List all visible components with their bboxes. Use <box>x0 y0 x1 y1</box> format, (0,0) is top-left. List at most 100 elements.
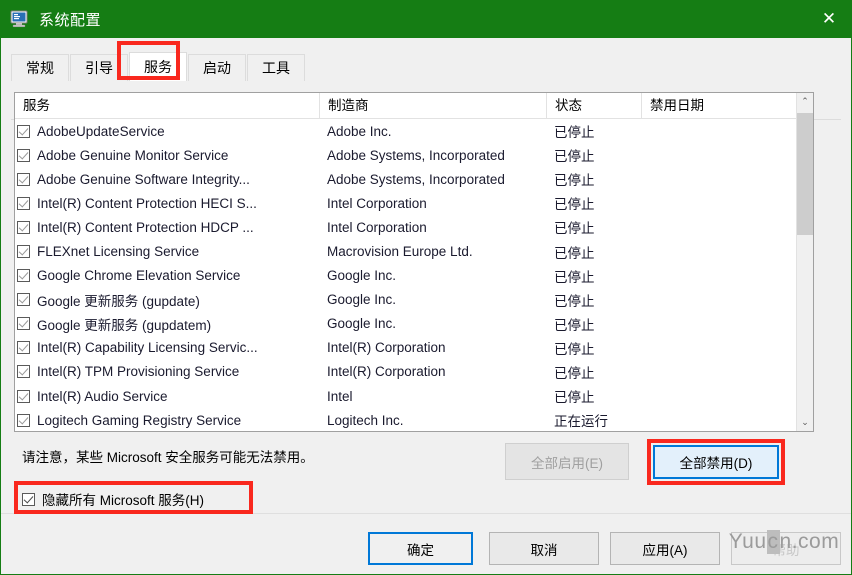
vendor-cell: Google Inc. <box>327 316 397 332</box>
hide-microsoft-services-checkbox[interactable]: 隐藏所有 Microsoft 服务(H) <box>22 489 204 509</box>
status-cell: 已停止 <box>554 197 595 213</box>
enable-all-button[interactable]: 全部启用(E) <box>505 443 629 480</box>
vendor-cell: Adobe Systems, Incorporated <box>327 171 505 187</box>
status-cell: 已停止 <box>554 390 595 406</box>
service-name-cell: Google Chrome Elevation Service <box>15 268 319 283</box>
vendor-cell: Google Inc. <box>327 292 397 308</box>
tab-tools[interactable]: 工具 <box>247 54 305 81</box>
checkbox-icon[interactable] <box>17 389 30 403</box>
tab-services[interactable]: 服务 <box>129 52 187 81</box>
table-row[interactable]: Google 更新服务 (gupdatem) Google Inc. 已停止 <box>15 312 813 336</box>
table-row[interactable]: AdobeUpdateService Adobe Inc. 已停止 <box>15 119 813 143</box>
table-row[interactable]: Intel(R) Audio Service Intel 已停止 <box>15 384 813 408</box>
table-row[interactable]: Logitech Gaming Registry Service Logitech… <box>15 408 813 430</box>
footer-separator <box>0 513 852 514</box>
status-cell: 已停止 <box>554 173 595 189</box>
system-config-icon <box>10 10 30 28</box>
checkbox-icon[interactable] <box>17 172 30 186</box>
system-configuration-window: 系统配置 ✕ 常规 引导 服务 启动 工具 服务 制造商 状态 禁用日期 Ado… <box>0 0 852 575</box>
scrollbar-thumb[interactable] <box>797 113 813 235</box>
table-row[interactable]: Intel(R) Content Protection HECI S... Int… <box>15 191 813 215</box>
table-row[interactable]: FLEXnet Licensing Service Macrovision Eur… <box>15 239 813 263</box>
watermark: Yuu c n.com <box>722 527 846 557</box>
table-row[interactable]: Intel(R) Content Protection HDCP ... Inte… <box>15 215 813 239</box>
hide-microsoft-services-label: 隐藏所有 Microsoft 服务(H) <box>42 493 204 508</box>
vendor-cell: Intel Corporation <box>327 219 427 235</box>
table-row[interactable]: Adobe Genuine Monitor Service Adobe Syste… <box>15 143 813 167</box>
scrollbar-track[interactable] <box>797 110 813 414</box>
status-cell: 已停止 <box>554 245 595 261</box>
services-list-header: 服务 制造商 状态 禁用日期 <box>15 93 813 119</box>
cancel-button[interactable]: 取消 <box>489 532 599 565</box>
checkbox-icon[interactable] <box>22 492 35 506</box>
checkbox-icon[interactable] <box>17 148 30 162</box>
vendor-cell: Adobe Inc. <box>327 123 392 139</box>
checkbox-icon[interactable] <box>17 293 30 307</box>
service-name-label: Adobe Genuine Monitor Service <box>37 147 229 163</box>
service-name-cell: Google 更新服务 (gupdatem) <box>15 314 319 334</box>
checkbox-icon[interactable] <box>17 365 30 379</box>
service-name-label: AdobeUpdateService <box>37 123 165 139</box>
table-row[interactable]: Google Chrome Elevation Service Google In… <box>15 264 813 288</box>
service-name-label: Intel(R) Content Protection HECI S... <box>37 195 257 211</box>
tab-boot[interactable]: 引导 <box>70 54 128 81</box>
checkbox-icon[interactable] <box>17 269 30 283</box>
services-list-scrollbar[interactable]: ⌃ ⌄ <box>796 93 813 431</box>
checkbox-icon[interactable] <box>17 245 30 259</box>
ok-button[interactable]: 确定 <box>368 532 473 565</box>
table-row[interactable]: Intel(R) Capability Licensing Servic... I… <box>15 336 813 360</box>
checkbox-icon[interactable] <box>17 341 30 355</box>
watermark-highlight: c <box>766 530 780 554</box>
service-name-label: Intel(R) Capability Licensing Servic... <box>37 340 258 356</box>
status-cell: 正在运行 <box>554 414 608 430</box>
checkbox-icon[interactable] <box>17 124 30 138</box>
table-row[interactable]: Adobe Genuine Software Integrity... Adobe… <box>15 167 813 191</box>
vendor-cell: Intel Corporation <box>327 195 427 211</box>
status-cell: 已停止 <box>554 293 595 309</box>
service-name-cell: FLEXnet Licensing Service <box>15 244 319 259</box>
checkbox-icon[interactable] <box>17 220 30 234</box>
status-cell: 已停止 <box>554 341 595 357</box>
service-name-label: Intel(R) Audio Service <box>37 388 168 404</box>
service-name-cell: Intel(R) Content Protection HDCP ... <box>15 220 319 235</box>
column-header-disabled-date[interactable]: 禁用日期 <box>641 93 798 119</box>
watermark-suffix: n.com <box>779 530 840 553</box>
close-icon: ✕ <box>821 8 837 29</box>
column-header-service[interactable]: 服务 <box>15 93 319 119</box>
column-header-vendor[interactable]: 制造商 <box>319 93 546 119</box>
column-header-status[interactable]: 状态 <box>546 93 641 119</box>
tab-list: 常规 引导 服务 启动 工具 <box>11 48 306 81</box>
services-list-body: AdobeUpdateService Adobe Inc. 已停止 Adobe Gen… <box>15 119 813 430</box>
service-name-label: Adobe Genuine Software Integrity... <box>37 171 250 187</box>
table-row[interactable]: Google 更新服务 (gupdate) Google Inc. 已停止 <box>15 288 813 312</box>
vendor-cell: Macrovision Europe Ltd. <box>327 244 473 260</box>
status-cell: 已停止 <box>554 149 595 165</box>
service-name-cell: Intel(R) TPM Provisioning Service <box>15 364 319 379</box>
vendor-cell: Intel(R) Corporation <box>327 364 446 380</box>
status-cell: 已停止 <box>554 365 595 381</box>
service-name-cell: Intel(R) Audio Service <box>15 389 319 404</box>
checkbox-icon[interactable] <box>17 413 30 427</box>
service-name-cell: AdobeUpdateService <box>15 124 319 139</box>
status-cell: 已停止 <box>554 317 595 333</box>
apply-button[interactable]: 应用(A) <box>610 532 720 565</box>
tab-startup[interactable]: 启动 <box>188 54 246 81</box>
vendor-cell: Intel <box>327 388 353 404</box>
vendor-cell: Intel(R) Corporation <box>327 340 446 356</box>
table-row[interactable]: Intel(R) TPM Provisioning Service Intel(R… <box>15 360 813 384</box>
service-name-cell: Intel(R) Content Protection HECI S... <box>15 196 319 211</box>
service-name-cell: Logitech Gaming Registry Service <box>15 413 319 428</box>
services-list[interactable]: 服务 制造商 状态 禁用日期 AdobeUpdateService Adobe I… <box>14 92 814 432</box>
notice-text: 请注意，某些 Microsoft 安全服务可能无法禁用。 <box>22 450 314 465</box>
disable-all-button[interactable]: 全部禁用(D) <box>653 445 779 479</box>
checkbox-icon[interactable] <box>17 317 30 331</box>
watermark-prefix: Yuu <box>728 530 767 553</box>
service-name-label: Intel(R) TPM Provisioning Service <box>37 364 240 380</box>
scroll-down-icon[interactable]: ⌄ <box>797 414 813 431</box>
tab-general[interactable]: 常规 <box>11 54 69 81</box>
scroll-up-icon[interactable]: ⌃ <box>797 93 813 110</box>
close-button[interactable]: ✕ <box>806 0 852 38</box>
status-cell: 已停止 <box>554 221 595 237</box>
checkbox-icon[interactable] <box>17 196 30 210</box>
service-name-label: Google Chrome Elevation Service <box>37 268 241 284</box>
